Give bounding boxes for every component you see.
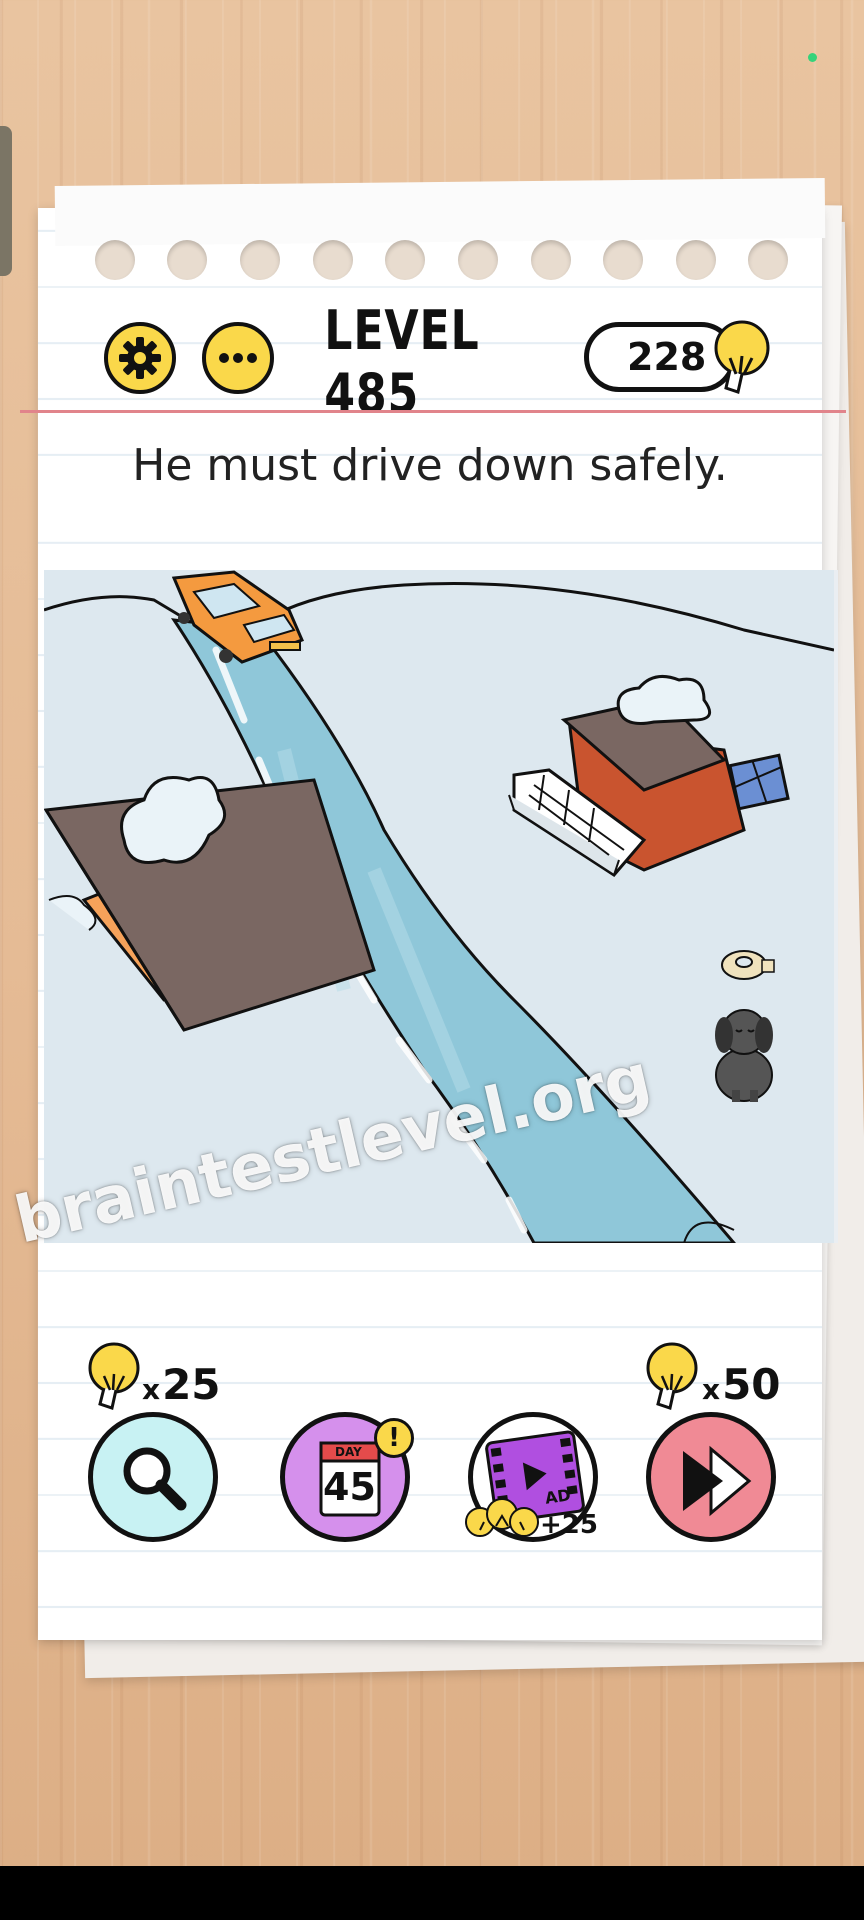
binder-hole — [676, 240, 716, 280]
binder-hole — [240, 240, 280, 280]
lightbulb-icon — [714, 320, 770, 394]
calendar-day-label: DAY — [335, 1445, 362, 1459]
dog[interactable] — [715, 1009, 773, 1102]
fast-forward-icon — [683, 1445, 752, 1517]
system-navigation-bar — [0, 1866, 864, 1920]
binder-hole — [603, 240, 643, 280]
hint-cost: x25 — [142, 1360, 221, 1409]
ad-reward: +25 — [540, 1510, 598, 1540]
side-tab[interactable] — [0, 126, 12, 276]
binder-hole — [748, 240, 788, 280]
binder-hole — [385, 240, 425, 280]
binder-hole — [531, 240, 571, 280]
skip-cost-bulb-icon — [646, 1342, 698, 1410]
hint-cost-bulb-icon — [88, 1342, 140, 1410]
level-title: LEVEL 485 — [324, 299, 480, 425]
house-left[interactable] — [44, 776, 376, 1032]
question-text: He must drive down safely. — [132, 440, 728, 491]
skip-cost: x50 — [702, 1360, 781, 1409]
header-divider — [20, 410, 846, 413]
skip-button[interactable] — [646, 1412, 776, 1542]
binder-hole — [95, 240, 135, 280]
hint-button[interactable] — [88, 1412, 218, 1542]
gear-icon — [119, 337, 161, 379]
ellipsis-icon — [219, 353, 257, 363]
reward-bulbs-icon — [465, 1498, 539, 1537]
binder-hole — [167, 240, 207, 280]
daily-alert-badge: ! — [374, 1418, 414, 1458]
binder-hole — [458, 240, 498, 280]
hint-count: 228 — [627, 335, 707, 379]
torn-paper-strip — [54, 177, 826, 247]
binder-hole — [313, 240, 353, 280]
ad-label: AD — [543, 1485, 572, 1508]
binder-holes — [95, 240, 815, 280]
status-dot — [808, 53, 817, 62]
tape-roll[interactable] — [721, 950, 775, 980]
settings-button[interactable] — [104, 322, 176, 394]
calendar-day-number: 45 — [323, 1465, 376, 1509]
search-icon — [123, 1447, 187, 1511]
more-button[interactable] — [202, 322, 274, 394]
